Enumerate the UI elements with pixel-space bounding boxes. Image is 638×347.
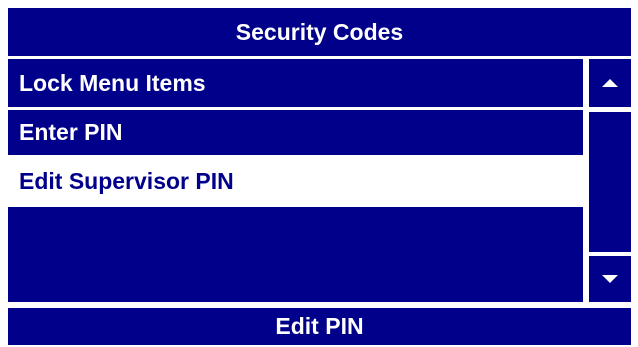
edit-pin-button[interactable]: Edit PIN bbox=[8, 308, 631, 345]
page-title: Security Codes bbox=[8, 8, 631, 56]
scroll-up-button[interactable] bbox=[589, 59, 631, 107]
menu-item-lock-menu-items[interactable]: Lock Menu Items bbox=[8, 59, 583, 107]
triangle-up-icon bbox=[602, 79, 618, 87]
menu-item-label: Lock Menu Items bbox=[19, 69, 206, 96]
scrollbar-track[interactable] bbox=[589, 112, 631, 252]
menu-item-edit-supervisor-pin[interactable]: Edit Supervisor PIN bbox=[8, 159, 583, 204]
triangle-down-icon bbox=[602, 275, 618, 283]
menu-item-enter-pin[interactable]: Enter PIN bbox=[8, 110, 583, 155]
page-title-text: Security Codes bbox=[235, 18, 404, 45]
menu-item-label: Edit Supervisor PIN bbox=[19, 168, 234, 194]
scroll-down-button[interactable] bbox=[589, 256, 631, 302]
menu-item-label: Enter PIN bbox=[19, 119, 123, 145]
edit-pin-button-label: Edit PIN bbox=[275, 313, 364, 339]
menu-item-empty bbox=[8, 207, 583, 302]
